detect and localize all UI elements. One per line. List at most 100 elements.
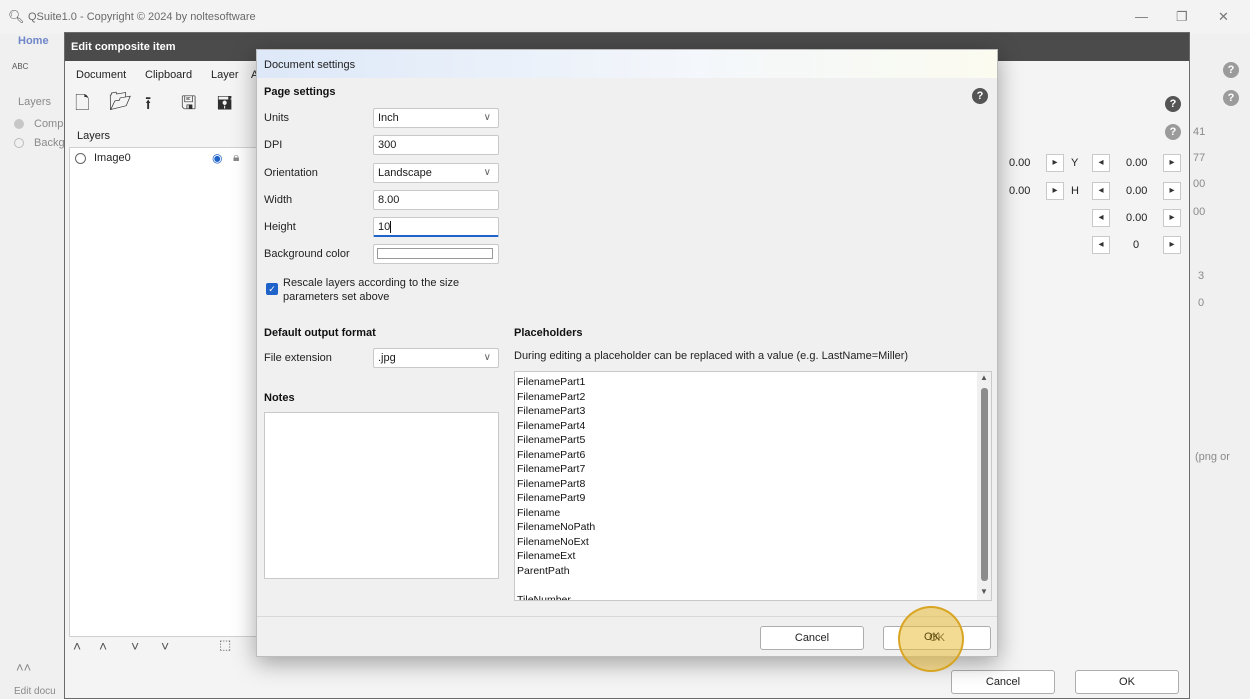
placeholder-item[interactable]: FilenameNoPath — [517, 520, 595, 535]
chevron-down-icon: ∨ — [483, 352, 491, 363]
spin-left[interactable]: ◂ — [1092, 154, 1110, 172]
bg-right-value: 77 — [1193, 152, 1206, 164]
placeholders-heading: Placeholders — [514, 327, 583, 339]
import-icon[interactable]: ⭱ — [145, 91, 151, 121]
height-label: Height — [264, 221, 296, 233]
abc-icon: ABC — [12, 62, 29, 71]
width-input[interactable]: 8.00 — [373, 190, 499, 210]
layer-item-image0[interactable]: Image0 — [94, 152, 131, 164]
move-top-icon[interactable]: ˄ — [73, 638, 81, 654]
visibility-eye-icon[interactable]: ◉ — [212, 151, 222, 165]
placeholder-item[interactable]: FilenameNoExt — [517, 535, 595, 550]
rescale-label-line2: parameters set above — [283, 291, 390, 303]
ok-highlight-label: OK — [924, 631, 940, 643]
tab-clipboard[interactable]: Clipboard — [145, 69, 192, 81]
page-settings-heading: Page settings — [264, 86, 336, 98]
height-input[interactable]: 10 — [373, 217, 499, 237]
spin-right[interactable]: ▸ — [1163, 154, 1181, 172]
placeholder-item[interactable]: FilenamePart2 — [517, 390, 595, 405]
placeholder-item[interactable]: FilenamePart6 — [517, 448, 595, 463]
placeholder-item[interactable]: Filename — [517, 506, 595, 521]
orientation-label: Orientation — [264, 167, 318, 179]
bg-bottom-label: Edit docu — [14, 686, 56, 697]
tab-layer[interactable]: Layer — [211, 69, 239, 81]
group-icon[interactable]: ⬚ — [219, 637, 231, 653]
spin-right[interactable]: ▸ — [1163, 182, 1181, 200]
composite-cancel-button[interactable]: Cancel — [951, 670, 1055, 694]
scrollbar-thumb[interactable] — [981, 388, 988, 581]
bg-radio-icon[interactable] — [14, 138, 24, 148]
restore-button[interactable]: ❐ — [1176, 9, 1188, 25]
tab-document[interactable]: Document — [76, 69, 126, 81]
help-icon[interactable]: ? — [972, 88, 988, 104]
spin-left[interactable]: ◂ — [1092, 209, 1110, 227]
placeholders-list[interactable]: FilenamePart1 FilenamePart2 FilenamePart3 F… — [514, 371, 992, 601]
dialog-footer-divider — [257, 616, 997, 617]
close-button[interactable]: ✕ — [1218, 9, 1229, 25]
dpi-input[interactable]: 300 — [373, 135, 499, 155]
move-down-icon[interactable]: ˅ — [131, 638, 139, 654]
spin-right[interactable]: ▸ — [1046, 182, 1064, 200]
y-label: Y — [1071, 157, 1079, 169]
placeholder-item[interactable]: FilenamePart5 — [517, 433, 595, 448]
dialog-cancel-button[interactable]: Cancel — [760, 626, 864, 650]
composite-ok-button[interactable]: OK — [1075, 670, 1179, 694]
layer-radio[interactable] — [75, 153, 86, 164]
move-up-icon[interactable]: ˄ — [99, 638, 107, 654]
placeholder-item[interactable]: FilenamePart1 — [517, 375, 595, 390]
orientation-value: Landscape — [378, 167, 432, 179]
layers-list: Image0 ◉ 🔒︎ — [69, 147, 259, 637]
placeholder-item[interactable]: FilenameExt — [517, 549, 595, 564]
orientation-select[interactable]: Landscape ∨ — [373, 163, 499, 183]
placeholder-item[interactable]: ParentPath — [517, 564, 595, 579]
file-extension-select[interactable]: .jpg ∨ — [373, 348, 499, 368]
help-icon[interactable]: ? — [1165, 96, 1181, 112]
rescale-checkbox[interactable]: ✓ — [266, 283, 278, 295]
png-hint: (png or — [1195, 451, 1230, 463]
bg-item-backg[interactable]: Backg — [34, 137, 65, 149]
new-document-icon[interactable]: 🗋︎ — [75, 91, 89, 121]
chevron-down-icon: ∨ — [483, 112, 491, 123]
bg-item-comp[interactable]: Comp — [34, 118, 63, 130]
bgcolor-picker[interactable] — [373, 244, 499, 264]
placeholder-item[interactable]: FilenamePart3 — [517, 404, 595, 419]
spin-right[interactable]: ▸ — [1163, 209, 1181, 227]
lock-icon[interactable]: 🔒︎ — [233, 150, 239, 165]
placeholder-item[interactable]: TileNumber — [517, 593, 595, 601]
bg-radio-icon[interactable] — [14, 119, 24, 129]
placeholder-item[interactable]: FilenamePart9 — [517, 491, 595, 506]
spin-left[interactable]: ◂ — [1092, 182, 1110, 200]
spin-right[interactable]: ▸ — [1046, 154, 1064, 172]
spin-right[interactable]: ▸ — [1163, 236, 1181, 254]
placeholder-item[interactable]: FilenamePart4 — [517, 419, 595, 434]
h-value: 0.00 — [1126, 185, 1148, 197]
layers-tab[interactable]: Layers — [77, 130, 110, 142]
r3-value: 0.00 — [1126, 212, 1148, 224]
placeholder-item[interactable]: FilenamePart8 — [517, 477, 595, 492]
units-select[interactable]: Inch ∨ — [373, 108, 499, 128]
dialog-title: Document settings — [257, 50, 997, 78]
tab-home[interactable]: Home — [18, 35, 49, 47]
placeholder-item[interactable] — [517, 578, 595, 593]
scrollbar[interactable]: ▲ ▼ — [977, 372, 991, 600]
scroll-down-icon[interactable]: ▼ — [980, 587, 988, 596]
placeholder-item[interactable]: FilenamePart7 — [517, 462, 595, 477]
open-folder-icon[interactable]: 📂︎ — [109, 91, 132, 112]
y-value: 0.00 — [1126, 157, 1148, 169]
height-value: 10 — [378, 221, 391, 233]
placeholder-items: FilenamePart1 FilenamePart2 FilenamePart3 F… — [517, 375, 595, 601]
help-icon[interactable]: ? — [1165, 124, 1181, 140]
scroll-up-icon[interactable]: ▲ — [980, 373, 988, 382]
help-icon[interactable]: ? — [1223, 90, 1239, 106]
minimize-button[interactable]: — — [1135, 9, 1148, 24]
help-icon[interactable]: ? — [1223, 62, 1239, 78]
move-bottom-icon[interactable]: ˅ — [161, 638, 169, 654]
save-as-icon[interactable]: 🖬︎ — [217, 91, 232, 121]
bgcolor-swatch — [377, 248, 493, 259]
units-label: Units — [264, 112, 290, 124]
app-titlebar: 🔍︎ QSuite1.0 - Copyright © 2024 by nolte… — [0, 0, 1250, 34]
spin-left[interactable]: ◂ — [1092, 236, 1110, 254]
notes-textarea[interactable] — [264, 412, 499, 579]
bg-collapse-icon[interactable]: ˄˄ — [16, 660, 31, 675]
save-icon[interactable]: 🖫︎ — [181, 91, 196, 121]
